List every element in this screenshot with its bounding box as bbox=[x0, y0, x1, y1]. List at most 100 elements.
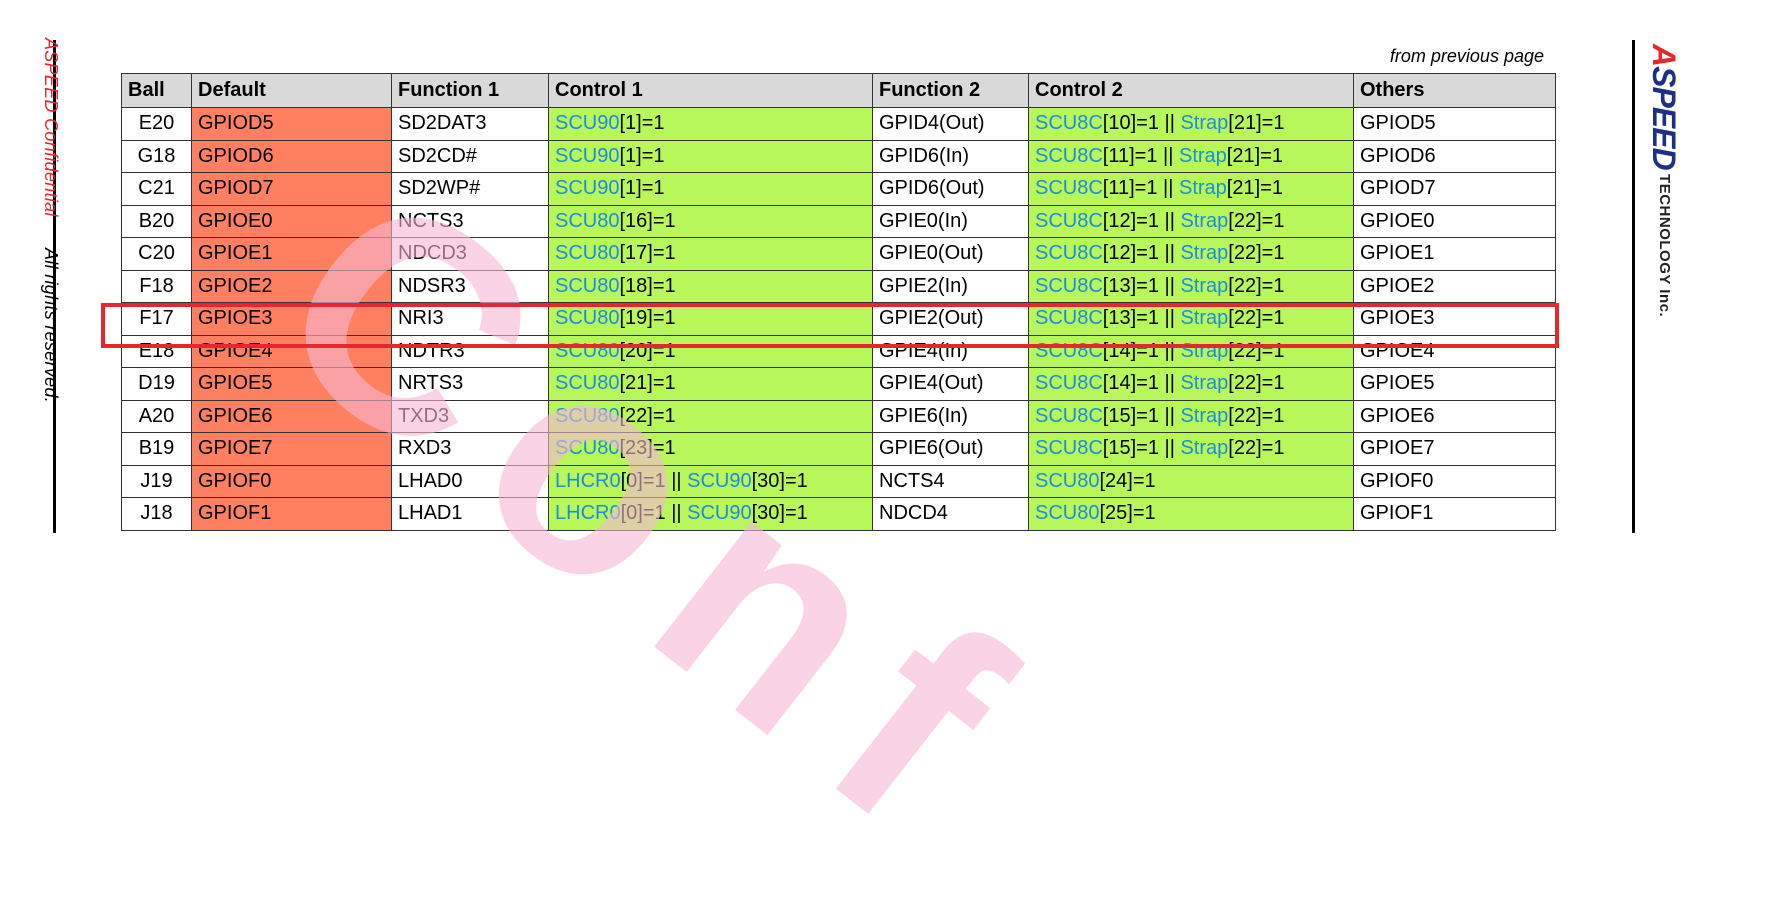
register-name: SCU80 bbox=[1035, 502, 1100, 525]
register-name: LHCR0 bbox=[555, 502, 621, 525]
bit-assignment: [30]=1 bbox=[751, 469, 808, 492]
register-name: SCU8C bbox=[1035, 372, 1103, 395]
default-function-cell: GPIOE5 bbox=[191, 367, 392, 401]
function1-cell: LHAD1 bbox=[391, 497, 549, 531]
or-separator: || bbox=[1163, 177, 1174, 200]
function1-cell: SD2CD# bbox=[391, 139, 549, 173]
highlighted-row-box bbox=[101, 303, 1559, 348]
bit-assignment: [15]=1 bbox=[1102, 437, 1165, 460]
column-header: Control 2 bbox=[1028, 73, 1354, 108]
control2-cell: SCU8C[12]=1 || Strap[22]=1 bbox=[1028, 237, 1354, 271]
function2-cell: NCTS4 bbox=[872, 464, 1029, 498]
default-function-cell: GPIOF1 bbox=[191, 497, 392, 531]
bit-assignment: [1]=1 bbox=[619, 112, 665, 135]
others-cell: GPIOE6 bbox=[1353, 399, 1556, 433]
bit-assignment: [22]=1 bbox=[1228, 274, 1285, 297]
register-name: SCU90 bbox=[687, 502, 752, 525]
bit-assignment: [22]=1 bbox=[1228, 404, 1285, 427]
default-function-cell: GPIOF0 bbox=[191, 464, 392, 498]
table-row: C21 GPIOD7 SD2WP# SCU90[1]=1 GPID6(Out) SCU8C… bbox=[121, 172, 1556, 206]
table-row: B19 GPIOE7 RXD3 SCU80[23]=1 GPIE6(Out) SCU8C[… bbox=[121, 432, 1556, 466]
bit-assignment: [24]=1 bbox=[1099, 469, 1156, 492]
control2-cell: SCU80[25]=1 bbox=[1028, 497, 1354, 531]
bit-assignment: [1]=1 bbox=[619, 144, 665, 167]
register-name: Strap bbox=[1180, 112, 1229, 135]
function1-cell: SD2DAT3 bbox=[391, 107, 549, 141]
logo-subtitle: TECHNOLOGY Inc. bbox=[1656, 174, 1673, 318]
table-row: F18 GPIOE2 NDSR3 SCU80[18]=1 GPIE2(In) SCU8C[… bbox=[121, 269, 1556, 303]
or-separator: || bbox=[1163, 144, 1174, 167]
column-header: Default bbox=[191, 73, 392, 108]
control2-cell: SCU8C[11]=1 || Strap[21]=1 bbox=[1028, 172, 1354, 206]
or-separator: || bbox=[1164, 209, 1175, 232]
register-name: SCU80 bbox=[1035, 469, 1100, 492]
ball-cell: J18 bbox=[121, 497, 192, 531]
bit-assignment: [15]=1 bbox=[1102, 404, 1165, 427]
register-name: Strap bbox=[1180, 274, 1229, 297]
bit-assignment: [0]=1 bbox=[620, 469, 672, 492]
others-cell: GPIOE7 bbox=[1353, 432, 1556, 466]
or-separator: || bbox=[1164, 404, 1175, 427]
default-function-cell: GPIOD6 bbox=[191, 139, 392, 173]
register-name: SCU8C bbox=[1035, 274, 1103, 297]
bit-assignment: [21]=1 bbox=[619, 372, 676, 395]
table-row: D19 GPIOE5 NRTS3 SCU80[21]=1 GPIE4(Out) SCU8C… bbox=[121, 367, 1556, 401]
bit-assignment: [25]=1 bbox=[1099, 502, 1156, 525]
or-separator: || bbox=[1164, 274, 1175, 297]
register-name: SCU80 bbox=[555, 404, 620, 427]
confidentiality-notice: ASPEED Confidential All rights reserved. bbox=[40, 38, 61, 403]
ball-cell: A20 bbox=[121, 399, 192, 433]
ball-cell: C21 bbox=[121, 172, 192, 206]
column-header: Function 2 bbox=[872, 73, 1029, 108]
function1-cell: RXD3 bbox=[391, 432, 549, 466]
register-name: SCU90 bbox=[687, 469, 752, 492]
bit-assignment: [10]=1 bbox=[1102, 112, 1165, 135]
column-header: Ball bbox=[121, 73, 192, 108]
function2-cell: GPID6(In) bbox=[872, 139, 1029, 173]
company-logo: ASPEED TECHNOLOGY Inc. bbox=[1646, 44, 1682, 318]
function2-cell: GPID6(Out) bbox=[872, 172, 1029, 206]
control1-cell: SCU80[21]=1 bbox=[548, 367, 873, 401]
function2-cell: GPIE2(In) bbox=[872, 269, 1029, 303]
function1-cell: TXD3 bbox=[391, 399, 549, 433]
register-name: SCU8C bbox=[1035, 112, 1103, 135]
function2-cell: NDCD4 bbox=[872, 497, 1029, 531]
bit-assignment: [22]=1 bbox=[619, 404, 676, 427]
function1-cell: NRTS3 bbox=[391, 367, 549, 401]
register-name: Strap bbox=[1180, 242, 1229, 265]
others-cell: GPIOD6 bbox=[1353, 139, 1556, 173]
register-name: SCU8C bbox=[1035, 144, 1103, 167]
table-row: A20 GPIOE6 TXD3 SCU80[22]=1 GPIE6(In) SCU8C[1… bbox=[121, 399, 1556, 433]
ball-cell: J19 bbox=[121, 464, 192, 498]
register-name: SCU80 bbox=[555, 372, 620, 395]
continued-label: from previous page bbox=[1389, 46, 1544, 66]
pin-mux-table: Ball Default Function 1 Control 1 Function 2… bbox=[121, 73, 1556, 531]
column-header: Control 1 bbox=[548, 73, 873, 108]
table-row: C20 GPIOE1 NDCD3 SCU80[17]=1 GPIE0(Out) SCU8C… bbox=[121, 237, 1556, 271]
ball-cell: B20 bbox=[121, 204, 192, 238]
function1-cell: NDSR3 bbox=[391, 269, 549, 303]
control1-cell: SCU80[17]=1 bbox=[548, 237, 873, 271]
default-function-cell: GPIOD5 bbox=[191, 107, 392, 141]
control1-cell: SCU90[1]=1 bbox=[548, 107, 873, 141]
control2-cell: SCU8C[15]=1 || Strap[22]=1 bbox=[1028, 399, 1354, 433]
or-separator: || bbox=[1164, 372, 1175, 395]
control2-cell: SCU8C[15]=1 || Strap[22]=1 bbox=[1028, 432, 1354, 466]
control2-cell: SCU8C[13]=1 || Strap[22]=1 bbox=[1028, 269, 1354, 303]
or-separator: || bbox=[671, 502, 682, 525]
bit-assignment: [22]=1 bbox=[1228, 437, 1285, 460]
ball-cell: D19 bbox=[121, 367, 192, 401]
bit-assignment: [11]=1 bbox=[1102, 144, 1164, 167]
control1-cell: SCU90[1]=1 bbox=[548, 172, 873, 206]
table-header-row: Ball Default Function 1 Control 1 Function 2… bbox=[121, 73, 1556, 108]
column-header: Others bbox=[1353, 73, 1556, 108]
control1-cell: SCU80[23]=1 bbox=[548, 432, 873, 466]
bit-assignment: [12]=1 bbox=[1102, 242, 1165, 265]
others-cell: GPIOE1 bbox=[1353, 237, 1556, 271]
register-name: SCU80 bbox=[555, 209, 620, 232]
bit-assignment: [22]=1 bbox=[1228, 209, 1285, 232]
register-name: SCU8C bbox=[1035, 209, 1103, 232]
or-separator: || bbox=[671, 469, 682, 492]
control1-cell: SCU80[22]=1 bbox=[548, 399, 873, 433]
column-header: Function 1 bbox=[391, 73, 549, 108]
